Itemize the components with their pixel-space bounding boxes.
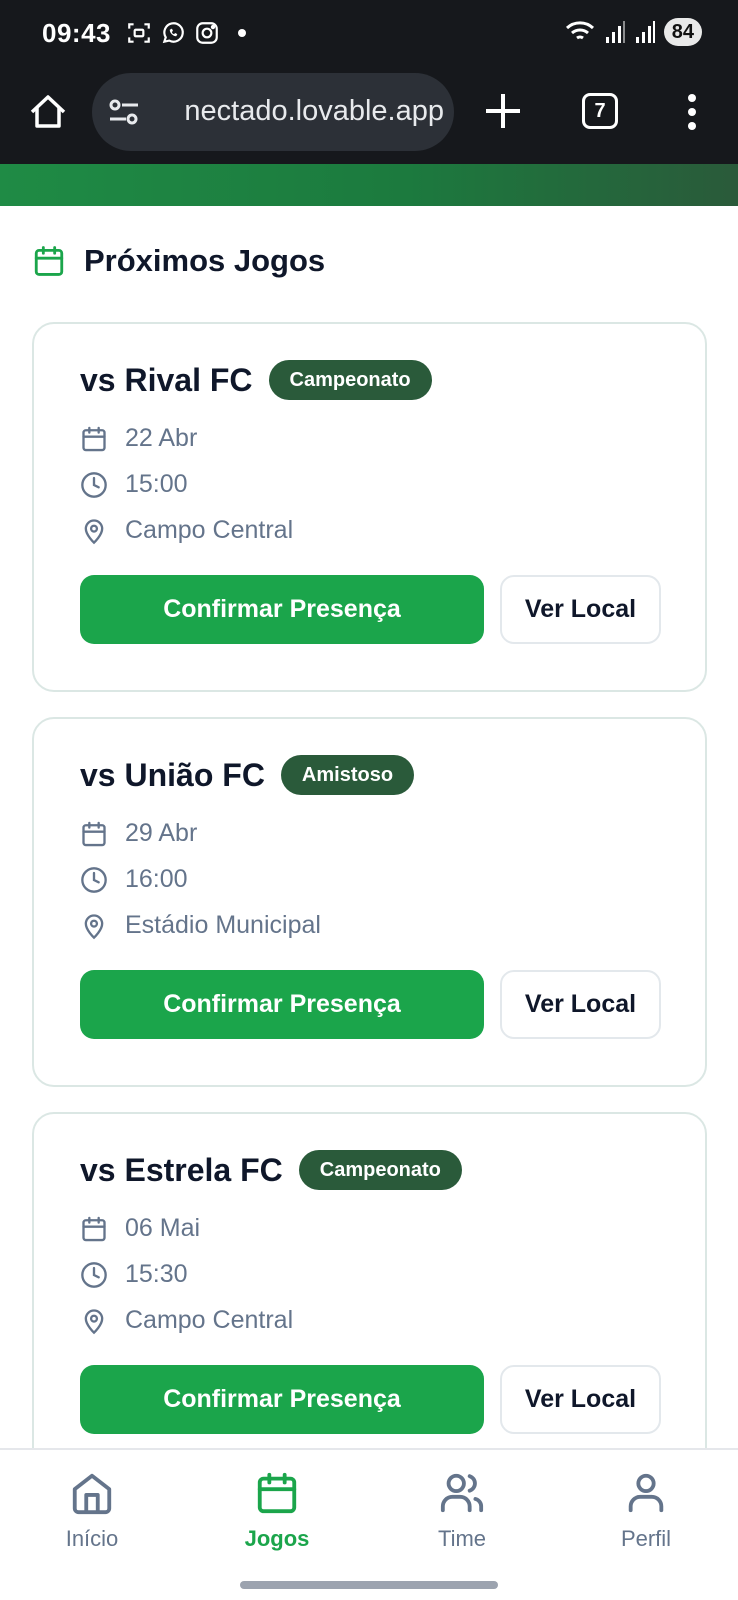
game-date-row: 29 Abr bbox=[80, 819, 197, 848]
wifi-icon bbox=[565, 21, 594, 40]
competition-badge: Amistoso bbox=[280, 755, 415, 795]
plus-icon[interactable] bbox=[480, 88, 526, 134]
map-pin-icon bbox=[84, 518, 104, 544]
more-vert-icon[interactable] bbox=[680, 90, 704, 134]
game-location: Campo Central bbox=[125, 516, 294, 544]
nav-label: Perfil bbox=[620, 1526, 672, 1551]
user-icon bbox=[628, 1473, 664, 1513]
system-status: 84 bbox=[564, 18, 702, 46]
game-location-row: Estádio Municipal bbox=[80, 911, 321, 940]
game-date: 29 Abr bbox=[125, 819, 198, 847]
app-header-strip bbox=[0, 164, 738, 206]
battery-indicator: 84 bbox=[663, 18, 702, 46]
game-time: 16:00 bbox=[125, 865, 188, 893]
map-pin-icon bbox=[84, 1308, 104, 1334]
confirm-presence-button[interactable]: Confirmar Presença bbox=[80, 970, 484, 1039]
status-time: 09:43 bbox=[42, 18, 111, 48]
site-settings-icon[interactable] bbox=[108, 97, 140, 127]
map-pin-icon bbox=[84, 913, 104, 939]
nav-label: Jogos bbox=[244, 1526, 310, 1551]
game-title: vs Rival FC bbox=[80, 361, 253, 398]
notification-icons bbox=[126, 20, 246, 46]
nav-item-jogos[interactable]: Jogos bbox=[207, 1470, 347, 1552]
home-icon bbox=[72, 1473, 112, 1515]
nav-item-inicio[interactable]: Início bbox=[22, 1470, 162, 1552]
bottom-navigation: Início Jogos Time Perfil bbox=[0, 1448, 738, 1600]
users-icon bbox=[440, 1473, 484, 1513]
clock-icon bbox=[81, 1261, 107, 1288]
clock-icon bbox=[81, 471, 107, 498]
game-date: 22 Abr bbox=[125, 424, 198, 452]
game-time-row: 15:30 bbox=[80, 1260, 188, 1289]
status-bar: 09:43 84 bbox=[0, 0, 738, 68]
section-header: Próximos Jogos bbox=[32, 243, 325, 279]
browser-toolbar: nectado.lovable.app 7 bbox=[0, 68, 738, 164]
view-location-button[interactable]: Ver Local bbox=[500, 970, 661, 1039]
calendar-icon bbox=[82, 426, 106, 451]
calendar-icon bbox=[82, 1216, 106, 1241]
game-location: Estádio Municipal bbox=[125, 911, 321, 939]
game-card: vs Estrela FC Campeonato 06 Mai 15:30 Ca… bbox=[32, 1112, 707, 1482]
clock-icon bbox=[81, 866, 107, 893]
game-time: 15:00 bbox=[125, 470, 188, 498]
game-title: vs Estrela FC bbox=[80, 1151, 283, 1188]
game-time: 15:30 bbox=[125, 1260, 188, 1288]
game-time-row: 16:00 bbox=[80, 865, 188, 894]
competition-badge: Campeonato bbox=[268, 360, 432, 400]
view-location-button[interactable]: Ver Local bbox=[500, 1365, 661, 1434]
calendar-icon bbox=[257, 1472, 297, 1514]
nav-label: Início bbox=[65, 1526, 119, 1551]
view-location-button[interactable]: Ver Local bbox=[500, 575, 661, 644]
gesture-handle[interactable] bbox=[240, 1581, 498, 1589]
signal-icon bbox=[605, 21, 625, 43]
nav-item-time[interactable]: Time bbox=[392, 1470, 532, 1552]
calendar-icon bbox=[82, 821, 106, 846]
page-title: Próximos Jogos bbox=[84, 243, 326, 278]
game-card: vs Rival FC Campeonato 22 Abr 15:00 Camp… bbox=[32, 322, 707, 692]
game-location-row: Campo Central bbox=[80, 1306, 293, 1335]
tab-switcher-button[interactable]: 7 bbox=[582, 93, 618, 129]
instagram-icon bbox=[196, 22, 218, 44]
confirm-presence-button[interactable]: Confirmar Presença bbox=[80, 1365, 484, 1434]
signal-icon-2 bbox=[635, 21, 655, 43]
game-date-row: 22 Abr bbox=[80, 424, 197, 453]
game-date-row: 06 Mai bbox=[80, 1214, 200, 1243]
address-bar[interactable]: nectado.lovable.app bbox=[92, 73, 454, 151]
nav-item-perfil[interactable]: Perfil bbox=[576, 1470, 716, 1552]
confirm-presence-button[interactable]: Confirmar Presença bbox=[80, 575, 484, 644]
url-text[interactable]: nectado.lovable.app bbox=[154, 95, 444, 128]
whatsapp-icon bbox=[162, 22, 184, 44]
game-time-row: 15:00 bbox=[80, 470, 188, 499]
game-title: vs União FC bbox=[80, 756, 265, 793]
nav-label: Time bbox=[437, 1526, 487, 1551]
competition-badge: Campeonato bbox=[298, 1150, 462, 1190]
game-location-row: Campo Central bbox=[80, 516, 293, 545]
calendar-icon bbox=[34, 246, 64, 276]
screenshot-icon bbox=[128, 23, 150, 43]
game-card: vs União FC Amistoso 29 Abr 16:00 Estádi… bbox=[32, 717, 707, 1087]
game-date: 06 Mai bbox=[125, 1214, 201, 1242]
notification-dot bbox=[238, 29, 246, 37]
game-location: Campo Central bbox=[125, 1306, 294, 1334]
home-icon[interactable] bbox=[26, 90, 70, 134]
